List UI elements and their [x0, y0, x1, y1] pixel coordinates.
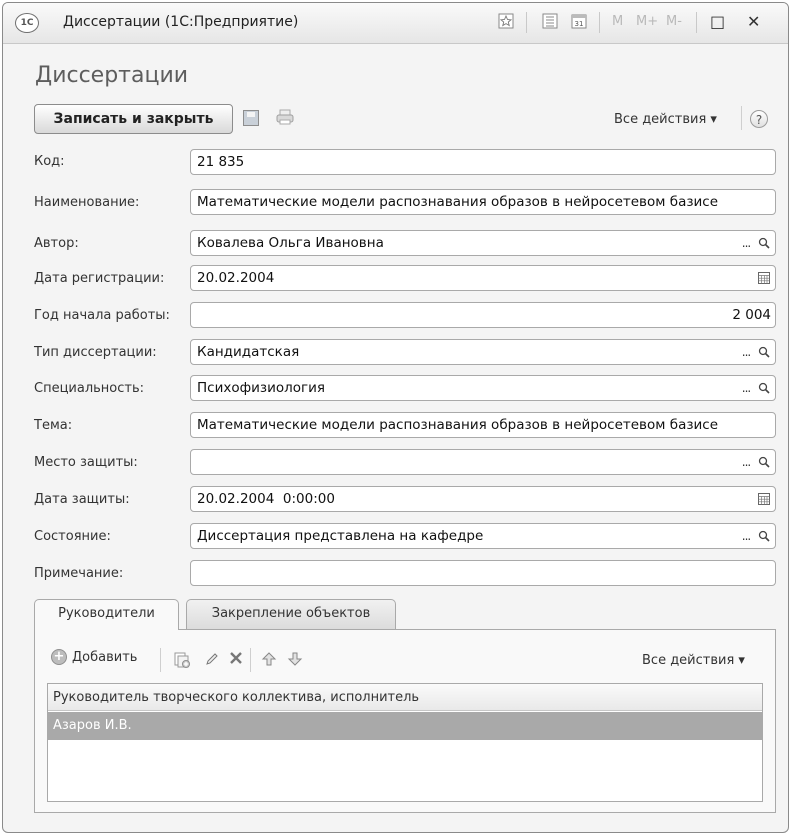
dissertation-type-value: Кандидатская: [197, 344, 300, 360]
all-actions-menu[interactable]: Все действия ▾: [614, 112, 717, 127]
dissertation-type-label: Тип диссертации:: [34, 345, 157, 360]
app-logo: 1С: [15, 13, 39, 33]
save-icon[interactable]: [243, 110, 259, 126]
registration-date-value: 20.02.2004: [197, 270, 275, 286]
toolbar-separator: [741, 106, 742, 130]
main-window: 1С Диссертации (1С:Предприятие) 31 M M+ …: [2, 2, 789, 833]
titlebar-separator: [696, 12, 697, 33]
copy-icon[interactable]: [173, 651, 191, 669]
search-icon[interactable]: [755, 452, 773, 472]
tab-supervisors[interactable]: Руководители: [34, 599, 179, 630]
name-value: Математические модели распознавания обра…: [197, 194, 719, 210]
search-icon[interactable]: [755, 526, 773, 546]
start-year-value: 2 004: [732, 307, 771, 323]
close-button[interactable]: ✕: [747, 12, 760, 31]
note-label: Примечание:: [34, 566, 124, 581]
topic-value: Математические модели распознавания обра…: [197, 417, 719, 433]
tab-object-assignment[interactable]: Закрепление объектов: [186, 599, 396, 629]
save-and-close-button[interactable]: Записать и закрыть: [34, 104, 233, 134]
maximize-button[interactable]: □: [710, 12, 725, 31]
table-row[interactable]: Азаров И.В.: [48, 712, 762, 740]
registration-date-label: Дата регистрации:: [34, 271, 165, 286]
dissertation-type-field[interactable]: Кандидатская ...: [190, 339, 776, 365]
column-header[interactable]: Руководитель творческого коллектива, исп…: [48, 684, 762, 711]
specialty-label: Специальность:: [34, 381, 145, 396]
memory-minus-button[interactable]: M-: [666, 14, 682, 29]
add-button[interactable]: + Добавить: [51, 649, 137, 665]
titlebar-separator: [599, 12, 600, 33]
delete-icon[interactable]: [227, 651, 245, 669]
code-label: Код:: [34, 154, 65, 169]
defense-place-label: Место защиты:: [34, 455, 138, 470]
edit-icon[interactable]: [203, 651, 221, 669]
start-year-label: Год начала работы:: [34, 308, 170, 323]
name-field[interactable]: Математические модели распознавания обра…: [190, 189, 776, 215]
note-field[interactable]: [190, 560, 776, 586]
choice-button[interactable]: ...: [737, 340, 755, 364]
choice-button[interactable]: ...: [737, 524, 755, 548]
list-icon[interactable]: [541, 13, 559, 31]
calendar-icon[interactable]: 31: [570, 13, 588, 31]
status-field[interactable]: Диссертация представлена на кафедре ...: [190, 523, 776, 549]
memory-plus-button[interactable]: M+: [636, 14, 658, 29]
choice-button[interactable]: ...: [737, 376, 755, 400]
search-icon[interactable]: [755, 233, 773, 253]
registration-date-field[interactable]: 20.02.2004: [190, 265, 776, 291]
move-down-icon[interactable]: [286, 651, 304, 669]
favorite-icon[interactable]: [497, 13, 515, 31]
status-value: Диссертация представлена на кафедре: [197, 528, 484, 544]
name-label: Наименование:: [34, 195, 140, 210]
topic-label: Тема:: [34, 418, 73, 433]
start-year-field[interactable]: 2 004: [190, 302, 776, 328]
choice-button[interactable]: ...: [737, 231, 755, 255]
specialty-value: Психофизиология: [197, 380, 325, 396]
page-title: Диссертации: [35, 63, 189, 88]
code-value: 21 835: [197, 154, 245, 170]
author-value: Ковалева Ольга Ивановна: [197, 235, 384, 251]
author-label: Автор:: [34, 236, 79, 251]
supervisors-table[interactable]: Руководитель творческого коллектива, исп…: [47, 683, 763, 802]
help-icon[interactable]: ?: [750, 110, 768, 128]
memory-m-button[interactable]: M: [612, 14, 623, 29]
defense-place-field[interactable]: ...: [190, 449, 776, 475]
svg-text:31: 31: [575, 20, 584, 28]
status-label: Состояние:: [34, 529, 111, 544]
choice-button[interactable]: ...: [737, 450, 755, 474]
add-label: Добавить: [72, 649, 138, 665]
toolbar-separator: [160, 648, 161, 672]
search-icon[interactable]: [755, 378, 773, 398]
title-bar: 1С Диссертации (1С:Предприятие) 31 M M+ …: [3, 3, 788, 44]
move-up-icon[interactable]: [260, 651, 278, 669]
window-title: Диссертации (1С:Предприятие): [63, 14, 299, 30]
defense-date-field[interactable]: 20.02.2004 0:00:00: [190, 486, 776, 512]
defense-date-label: Дата защиты:: [34, 492, 130, 507]
titlebar-separator: [526, 12, 527, 33]
defense-date-value: 20.02.2004 0:00:00: [197, 491, 335, 507]
search-icon[interactable]: [755, 342, 773, 362]
specialty-field[interactable]: Психофизиология ...: [190, 375, 776, 401]
author-field[interactable]: Ковалева Ольга Ивановна ...: [190, 230, 776, 256]
table-all-actions-menu[interactable]: Все действия ▾: [642, 653, 745, 668]
toolbar-separator: [250, 648, 251, 672]
calendar-icon[interactable]: [755, 268, 773, 288]
topic-field[interactable]: Математические модели распознавания обра…: [190, 412, 776, 438]
calendar-icon[interactable]: [755, 489, 773, 509]
code-field[interactable]: 21 835: [190, 149, 776, 175]
print-icon[interactable]: [276, 109, 294, 125]
plus-icon: +: [51, 649, 67, 665]
